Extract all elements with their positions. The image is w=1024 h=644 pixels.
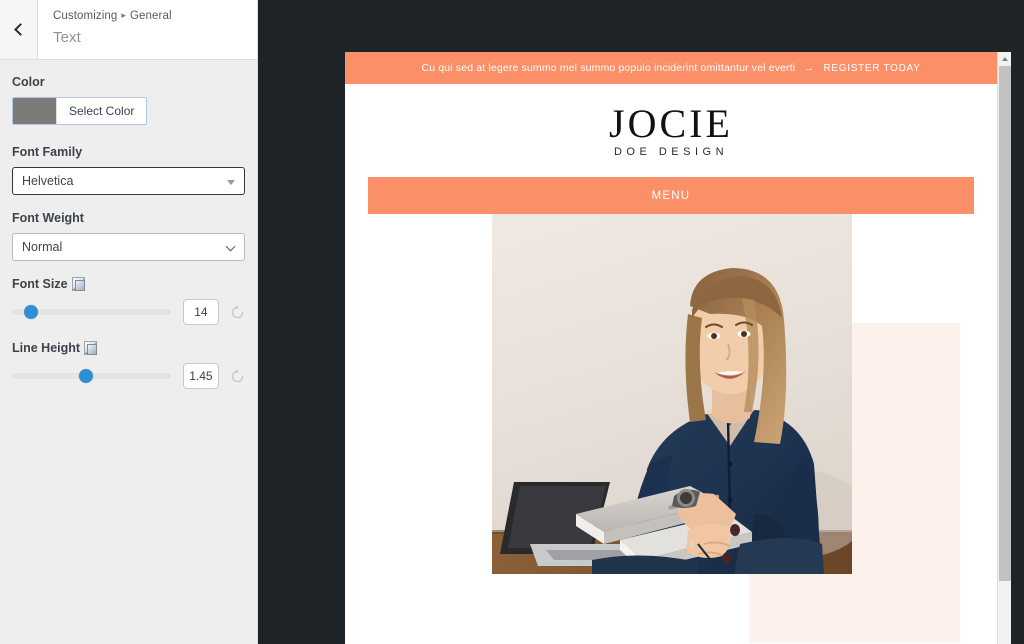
control-font-weight: Font Weight Normal: [12, 211, 245, 261]
woman-with-laptop-and-books-photo: [492, 214, 852, 574]
image-placeholder-icon: [72, 277, 85, 291]
scroll-up-arrow-icon[interactable]: [998, 52, 1011, 66]
font-family-label: Font Family: [12, 145, 245, 160]
triangle-up-glyph: [1002, 57, 1008, 61]
announcement-text: Cu qui sed at legere summo mel summo pop…: [421, 62, 795, 74]
preview-scrollbar[interactable]: [997, 52, 1011, 644]
font-size-input[interactable]: 14: [183, 299, 219, 325]
line-height-slider[interactable]: [12, 367, 171, 385]
reset-circular-arrow-icon[interactable]: [230, 369, 245, 384]
control-line-height: Line Height 1.45: [12, 341, 245, 389]
image-placeholder-icon: [84, 341, 97, 355]
font-weight-select[interactable]: Normal: [12, 233, 245, 261]
hero-section: [345, 214, 997, 577]
site-preview-frame[interactable]: Cu qui sed at legere summo mel summo pop…: [345, 52, 1011, 644]
logo-primary-text: JOCIE: [609, 104, 733, 144]
control-font-size: Font Size 14: [12, 277, 245, 325]
page-title: Text: [53, 29, 81, 46]
select-color-button[interactable]: Select Color: [57, 98, 146, 124]
color-picker[interactable]: Select Color: [12, 97, 147, 125]
scrollbar-thumb[interactable]: [999, 66, 1011, 581]
font-family-value: Helvetica: [22, 174, 73, 188]
preview-area: Cu qui sed at legere summo mel summo pop…: [258, 0, 1024, 644]
line-height-slider-row: 1.45: [12, 363, 245, 389]
font-size-slider[interactable]: [12, 303, 171, 321]
hero-photo: [492, 214, 852, 574]
line-height-label-text: Line Height: [12, 341, 80, 355]
color-label: Color: [12, 75, 245, 90]
customizer-controls: Color Select Color Font Family Helvetica…: [0, 61, 257, 644]
logo-secondary-text: DOE DESIGN: [614, 146, 728, 158]
font-size-slider-row: 14: [12, 299, 245, 325]
font-weight-label: Font Weight: [12, 211, 245, 226]
font-size-label: Font Size: [12, 277, 245, 292]
register-today-link[interactable]: REGISTER TODAY: [823, 63, 920, 74]
chevron-down-icon: [226, 242, 236, 252]
breadcrumb-root[interactable]: Customizing: [53, 10, 117, 22]
reset-circular-arrow-icon[interactable]: [230, 305, 245, 320]
site-logo[interactable]: JOCIE DOE DESIGN: [345, 84, 997, 177]
slider-handle[interactable]: [24, 305, 38, 319]
breadcrumb-separator-icon: ▸: [121, 10, 126, 21]
announcement-bar: Cu qui sed at legere summo mel summo pop…: [345, 52, 997, 84]
site-content: Cu qui sed at legere summo mel summo pop…: [345, 52, 997, 577]
customizer-header: Customizing ▸ General Text: [0, 0, 257, 60]
arrow-right-icon: →: [803, 62, 814, 74]
back-button[interactable]: [0, 0, 38, 59]
breadcrumb: Customizing ▸ General: [53, 10, 172, 22]
breadcrumb-section[interactable]: General: [130, 10, 172, 22]
menu-toggle-bar[interactable]: MENU: [368, 177, 974, 214]
chevron-left-icon: [14, 23, 27, 36]
chevron-down-icon: [227, 180, 235, 185]
font-family-select[interactable]: Helvetica: [12, 167, 245, 195]
control-color: Color Select Color: [12, 75, 245, 129]
line-height-input[interactable]: 1.45: [183, 363, 219, 389]
slider-handle[interactable]: [79, 369, 93, 383]
color-swatch[interactable]: [13, 98, 57, 124]
control-font-family: Font Family Helvetica: [12, 145, 245, 195]
font-size-label-text: Font Size: [12, 277, 68, 291]
line-height-label: Line Height: [12, 341, 245, 356]
font-weight-value: Normal: [22, 240, 62, 254]
customizer-panel: Customizing ▸ General Text Color Select Co…: [0, 0, 258, 644]
menu-label: MENU: [652, 190, 691, 202]
